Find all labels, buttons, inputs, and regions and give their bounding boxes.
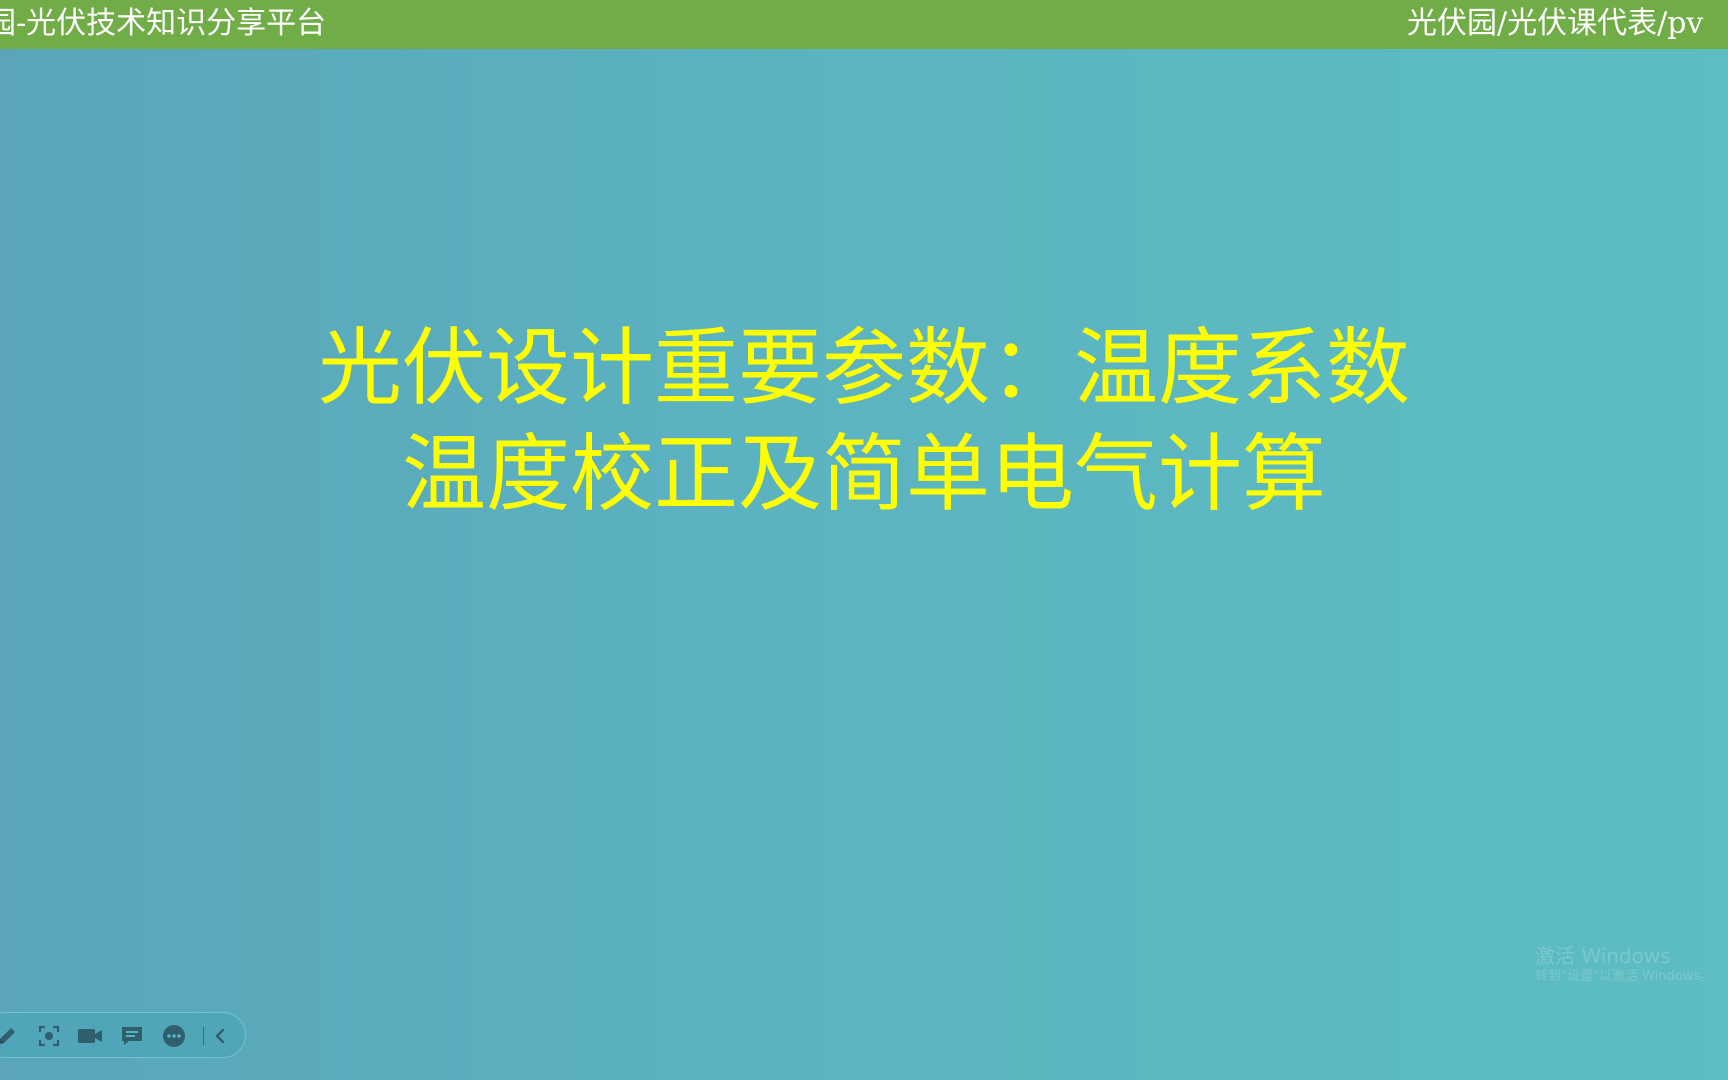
presentation-toolbar <box>0 1012 246 1058</box>
chevron-left-icon <box>211 1026 231 1046</box>
record-button[interactable] <box>76 1022 104 1050</box>
video-camera-icon <box>76 1024 104 1048</box>
comment-button[interactable] <box>118 1022 146 1050</box>
screenshot-button[interactable] <box>35 1022 63 1050</box>
slide-title-line-2: 温度校正及简单电气计算 <box>401 425 1326 523</box>
slide-title-line-1: 光伏设计重要参数：温度系数 <box>317 319 1410 417</box>
breadcrumb-path: 光伏园/光伏课代表/pv <box>1407 6 1704 41</box>
toolbar-divider <box>203 1027 204 1045</box>
watermark-line-1: 激活 Windows <box>1535 944 1671 968</box>
top-banner: 园-光伏技术知识分享平台 光伏园/光伏课代表/pv <box>0 0 1728 49</box>
collapse-toolbar-button[interactable] <box>207 1022 235 1050</box>
activation-watermark: 激活 Windows 转到"设置"以激活 Windows。 <box>1535 944 1713 986</box>
watermark-line-2: 转到"设置"以激活 Windows。 <box>1535 969 1714 984</box>
platform-title: 园-光伏技术知识分享平台 <box>0 6 327 41</box>
pen-icon <box>0 1024 19 1048</box>
screenshot-icon <box>37 1024 61 1048</box>
comment-icon <box>120 1024 144 1048</box>
more-button[interactable] <box>160 1022 188 1050</box>
slide-title: 光伏设计重要参数：温度系数 温度校正及简单电气计算 <box>0 315 1728 527</box>
more-icon <box>162 1024 186 1048</box>
pen-button[interactable] <box>0 1022 21 1050</box>
